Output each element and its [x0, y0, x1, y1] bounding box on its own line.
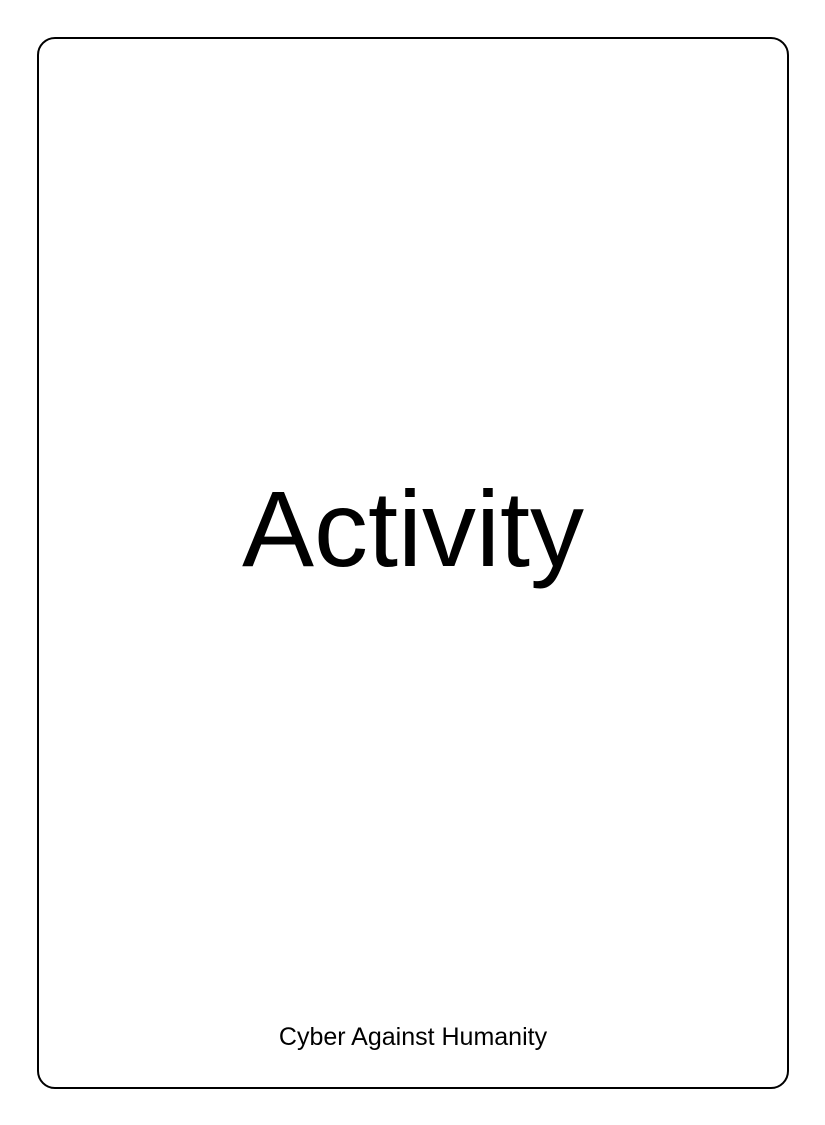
card-title: Activity — [241, 468, 585, 589]
activity-card[interactable]: Activity Cyber Against Humanity — [37, 37, 789, 1089]
card-footer-brand: Cyber Against Humanity — [278, 1023, 548, 1051]
